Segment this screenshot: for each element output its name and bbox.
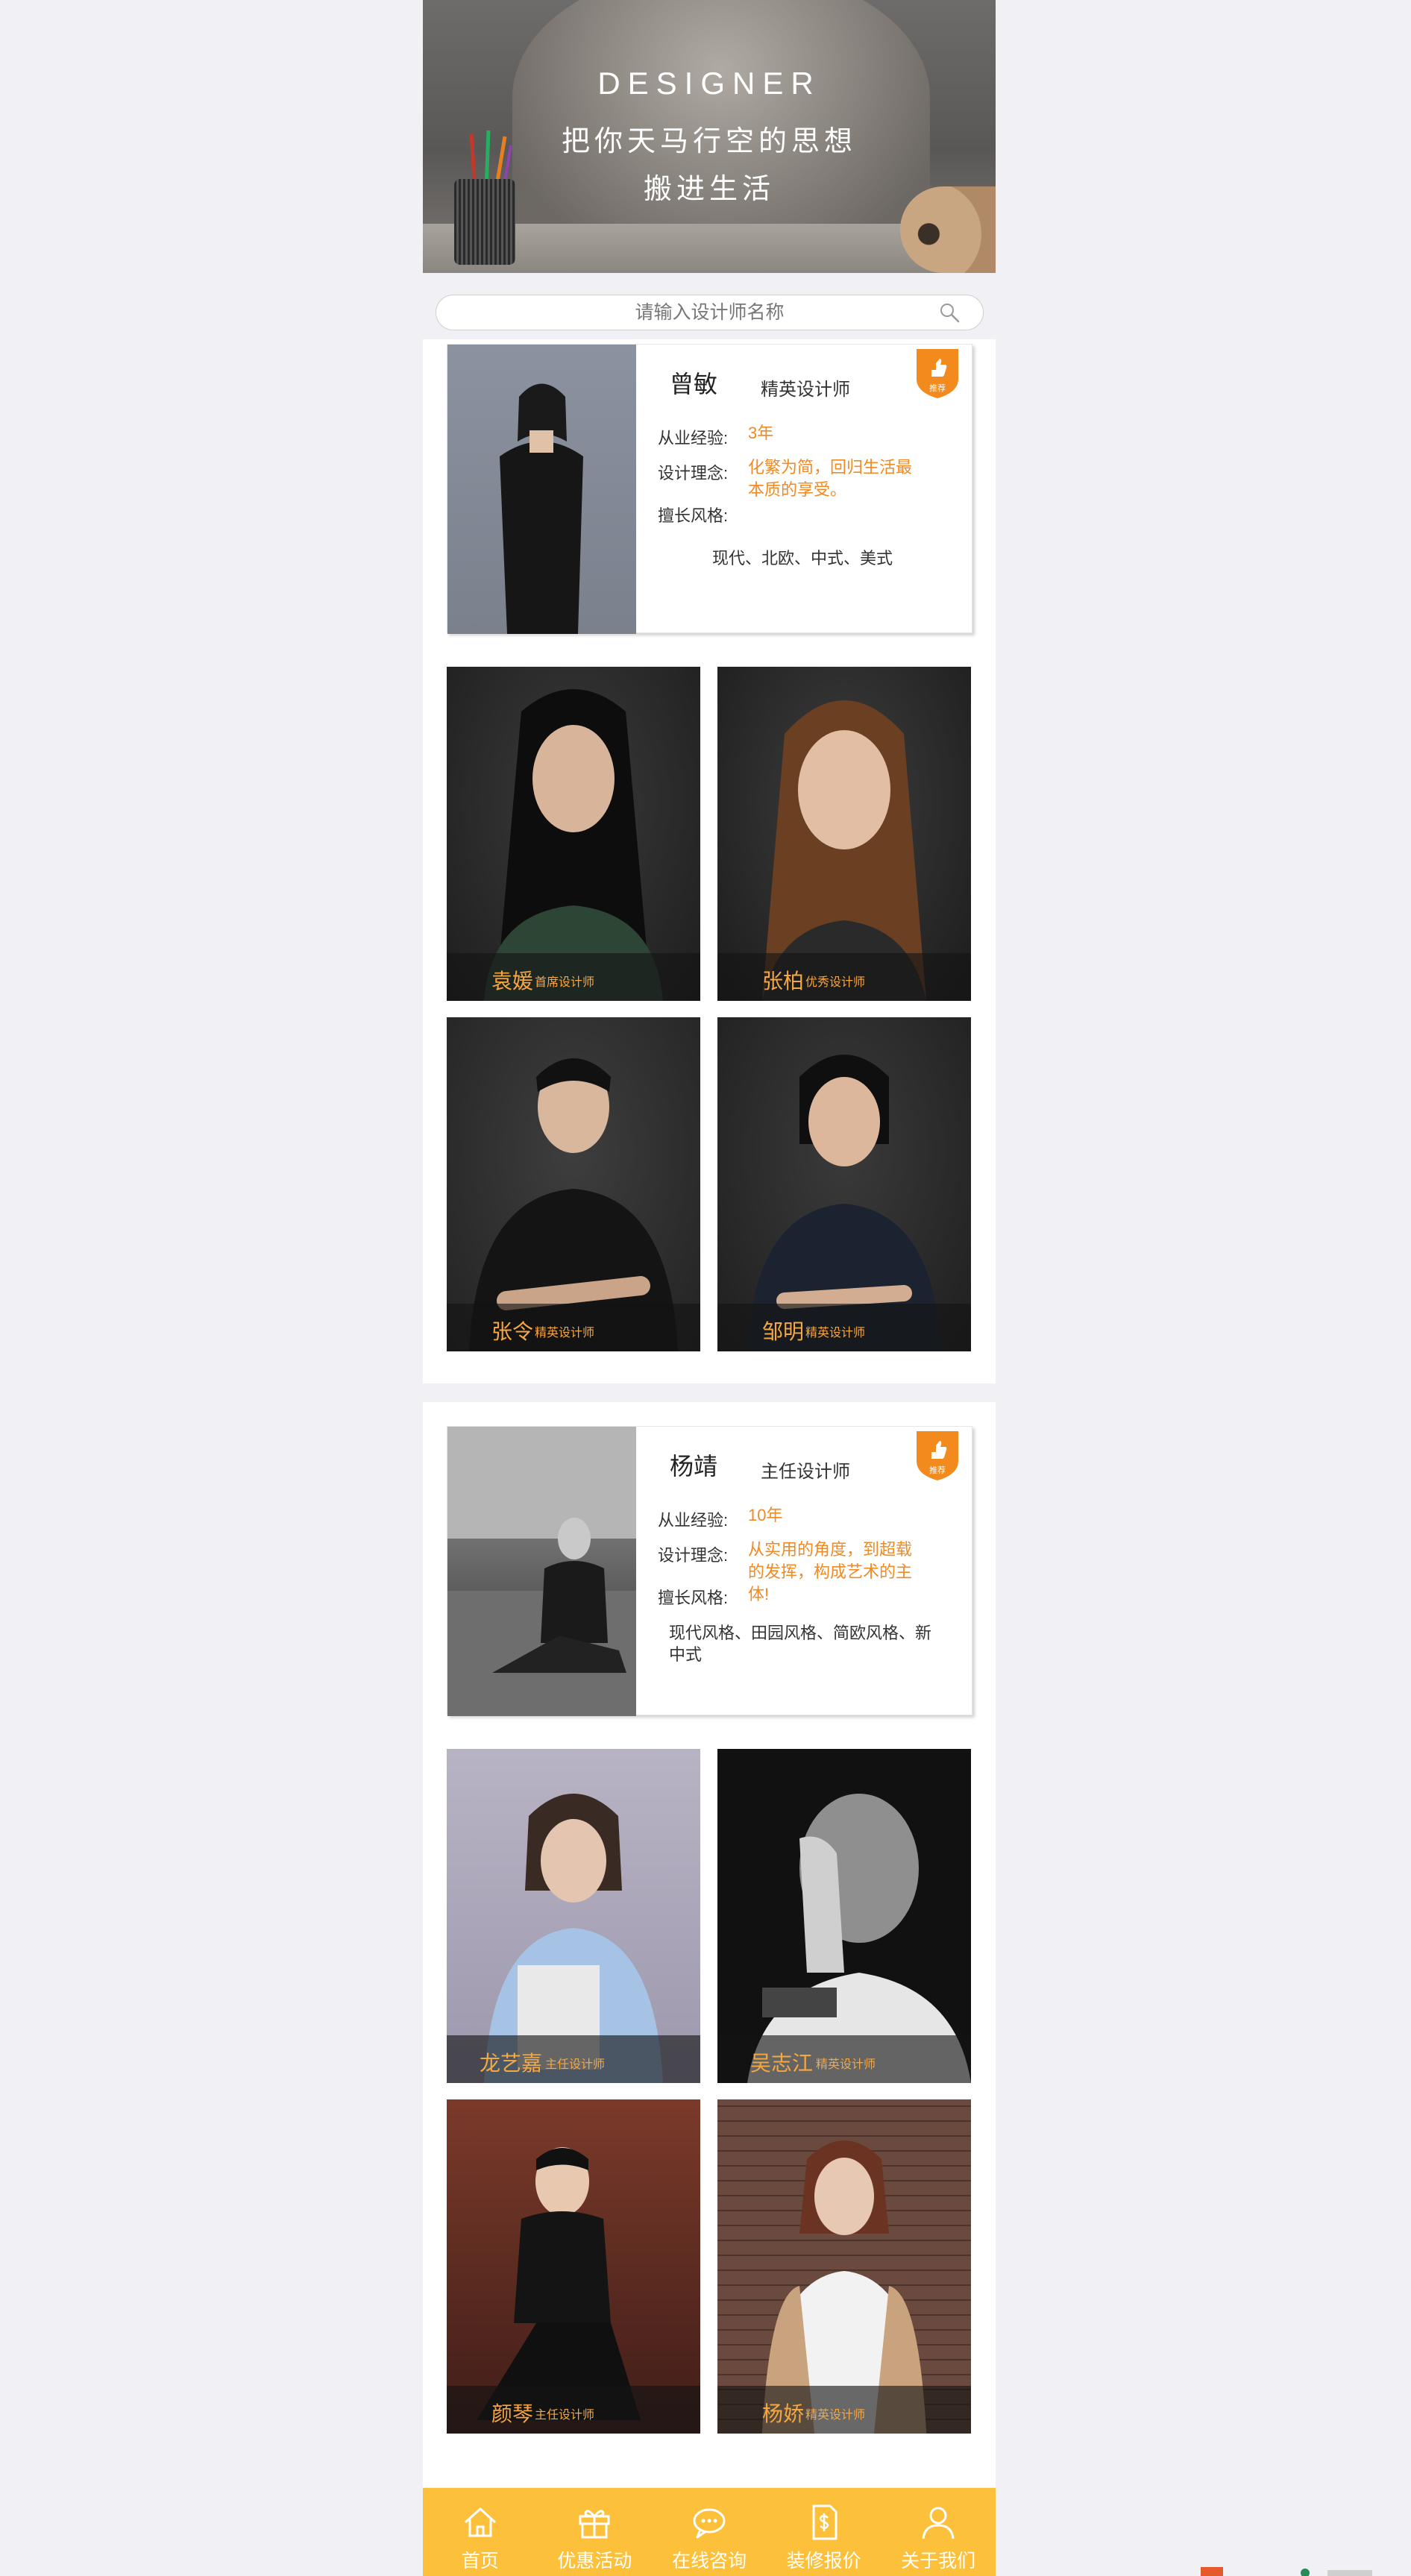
experience-value: 3年 bbox=[748, 424, 774, 442]
designer-name: 杨娇 bbox=[762, 2402, 805, 2425]
designer-name: 张令 bbox=[491, 1320, 534, 1343]
user-icon bbox=[922, 2507, 955, 2539]
designer-photo bbox=[747, 1794, 971, 2083]
chat-icon bbox=[693, 2508, 726, 2539]
styles-value-line1: 现代风格、田园风格、简欧风格、新 bbox=[669, 1624, 932, 1642]
designer-caption: 吴志江 精英设计师 bbox=[717, 2035, 971, 2083]
featured-designer-photo bbox=[447, 345, 636, 634]
designer-role: 精英设计师 bbox=[535, 1327, 595, 1339]
price-icon bbox=[812, 2504, 838, 2540]
designer-tile[interactable]: 吴志江 精英设计师 bbox=[717, 1749, 971, 2083]
styles-value-line2: 中式 bbox=[669, 1645, 703, 1664]
designer-role: 精英设计师 bbox=[816, 2058, 876, 2071]
designer-photo bbox=[469, 1058, 678, 1351]
hero-banner: DESIGNER 把你天马行空的思想 搬进生活 bbox=[423, 0, 996, 273]
nav-label: 关于我们 bbox=[901, 2551, 976, 2572]
banner-title: DESIGNER bbox=[597, 66, 821, 101]
designer-section-1: 曾敏 精英设计师 推荐 从业经验: 3年 设计理念: 化繁为简，回归生活最 本质… bbox=[423, 339, 996, 1383]
designer-role: 精英设计师 bbox=[805, 2409, 866, 2422]
experience-value: 10年 bbox=[748, 1506, 783, 1524]
designer-name: 颜琴 bbox=[491, 2402, 534, 2425]
designer-page: DESIGNER 把你天马行空的思想 搬进生活 曾敏 精英设计师 bbox=[423, 0, 996, 2576]
banner-slogan-line2: 搬进生活 bbox=[643, 174, 775, 205]
designer-name: 邹明 bbox=[762, 1320, 805, 1343]
philosophy-line2: 本质的享受。 bbox=[748, 480, 847, 499]
designer-caption: 张柏 优秀设计师 bbox=[717, 953, 971, 1001]
designer-tile[interactable]: 杨娇 精英设计师 bbox=[717, 2099, 971, 2434]
designer-role: 主任设计师 bbox=[535, 2409, 595, 2422]
nav-item-consult[interactable]: 在线咨询 bbox=[652, 2488, 767, 2576]
designer-photo bbox=[484, 689, 663, 1001]
watermark-logo bbox=[1201, 2567, 1372, 2576]
designer-role: 首席设计师 bbox=[535, 976, 595, 989]
styles-label: 擅长风格: bbox=[658, 1589, 729, 1607]
featured-designer-title: 精英设计师 bbox=[761, 380, 850, 400]
featured-designer-name: 曾敏 bbox=[670, 371, 718, 398]
designer-caption: 杨娇 精英设计师 bbox=[717, 2386, 971, 2434]
search-icon[interactable] bbox=[938, 301, 961, 324]
designer-photo bbox=[762, 700, 926, 1001]
designer-photo bbox=[477, 2147, 641, 2420]
styles-label: 擅长风格: bbox=[658, 506, 729, 525]
experience-label: 从业经验: bbox=[658, 429, 729, 447]
featured-designer-title: 主任设计师 bbox=[761, 1462, 850, 1482]
nav-item-quote[interactable]: 装修报价 bbox=[767, 2488, 882, 2576]
designer-tile[interactable]: 张柏 优秀设计师 bbox=[717, 667, 971, 1001]
designer-tile[interactable]: 袁媛 首席设计师 bbox=[447, 667, 700, 1001]
nav-item-promotions[interactable]: 优惠活动 bbox=[538, 2488, 653, 2576]
recommend-badge-icon: 推荐 bbox=[917, 1431, 958, 1480]
designer-tile[interactable]: 邹明 精英设计师 bbox=[717, 1017, 971, 1351]
designer-photo bbox=[762, 2140, 926, 2434]
designer-caption: 张令 精英设计师 bbox=[447, 1304, 700, 1351]
nav-label: 在线咨询 bbox=[671, 2551, 747, 2572]
nav-label: 装修报价 bbox=[786, 2551, 861, 2572]
search-input[interactable] bbox=[436, 295, 983, 330]
designer-caption: 龙艺嘉 主任设计师 bbox=[447, 2035, 700, 2083]
recommend-badge-icon: 推荐 bbox=[917, 349, 958, 398]
philosophy-line3: 体! bbox=[748, 1585, 770, 1603]
philosophy-line1: 从实用的角度，到超载 bbox=[748, 1540, 913, 1559]
nav-item-about[interactable]: 关于我们 bbox=[881, 2488, 996, 2576]
featured-designer-card[interactable]: 杨靖 主任设计师 推荐 从业经验: 10年 设计理念: 从实用的角度，到超载 的… bbox=[447, 1426, 972, 1716]
nav-item-home[interactable]: 首页 bbox=[423, 2488, 538, 2576]
designer-tile[interactable]: 颜琴 主任设计师 bbox=[447, 2099, 700, 2434]
philosophy-line2: 的发挥，构成艺术的主 bbox=[748, 1562, 913, 1581]
featured-designer-photo bbox=[447, 1427, 636, 1716]
designer-caption: 邹明 精英设计师 bbox=[717, 1304, 971, 1351]
search-bar bbox=[436, 295, 984, 330]
designer-tile[interactable]: 龙艺嘉 主任设计师 bbox=[447, 1749, 700, 2083]
nav-label: 优惠活动 bbox=[557, 2551, 632, 2572]
featured-designer-name: 杨靖 bbox=[670, 1453, 718, 1480]
designer-caption: 袁媛 首席设计师 bbox=[447, 953, 700, 1001]
designer-role: 优秀设计师 bbox=[805, 976, 866, 989]
designer-photo bbox=[484, 1794, 663, 2083]
bottom-nav: 首页 优惠活动 在线咨询 装修报价 关于我们 bbox=[423, 2488, 996, 2576]
home-icon bbox=[464, 2507, 496, 2537]
designer-tile[interactable]: 张令 精英设计师 bbox=[447, 1017, 700, 1351]
designer-photo bbox=[747, 1055, 941, 1351]
banner-slogan-line1: 把你天马行空的思想 bbox=[561, 126, 857, 157]
designer-section-2: 杨靖 主任设计师 推荐 从业经验: 10年 设计理念: 从实用的角度，到超载 的… bbox=[423, 1402, 996, 2487]
gift-icon bbox=[579, 2510, 610, 2539]
designer-caption: 颜琴 主任设计师 bbox=[447, 2386, 700, 2434]
nav-label: 首页 bbox=[461, 2551, 499, 2572]
experience-label: 从业经验: bbox=[658, 1511, 729, 1530]
styles-value: 现代、北欧、中式、美式 bbox=[712, 549, 893, 568]
svg-text:推荐: 推荐 bbox=[929, 383, 946, 393]
svg-text:推荐: 推荐 bbox=[929, 1465, 946, 1475]
philosophy-line1: 化繁为简，回归生活最 bbox=[748, 458, 913, 477]
designer-name: 吴志江 bbox=[750, 2052, 814, 2075]
designer-name: 龙艺嘉 bbox=[480, 2052, 543, 2075]
designer-name: 张柏 bbox=[762, 970, 805, 993]
designer-role: 精英设计师 bbox=[805, 1327, 866, 1339]
philosophy-label: 设计理念: bbox=[658, 464, 729, 483]
philosophy-label: 设计理念: bbox=[658, 1546, 729, 1565]
designer-name: 袁媛 bbox=[491, 970, 534, 993]
designer-role: 主任设计师 bbox=[545, 2058, 606, 2071]
featured-designer-card[interactable]: 曾敏 精英设计师 推荐 从业经验: 3年 设计理念: 化繁为简，回归生活最 本质… bbox=[447, 344, 972, 634]
